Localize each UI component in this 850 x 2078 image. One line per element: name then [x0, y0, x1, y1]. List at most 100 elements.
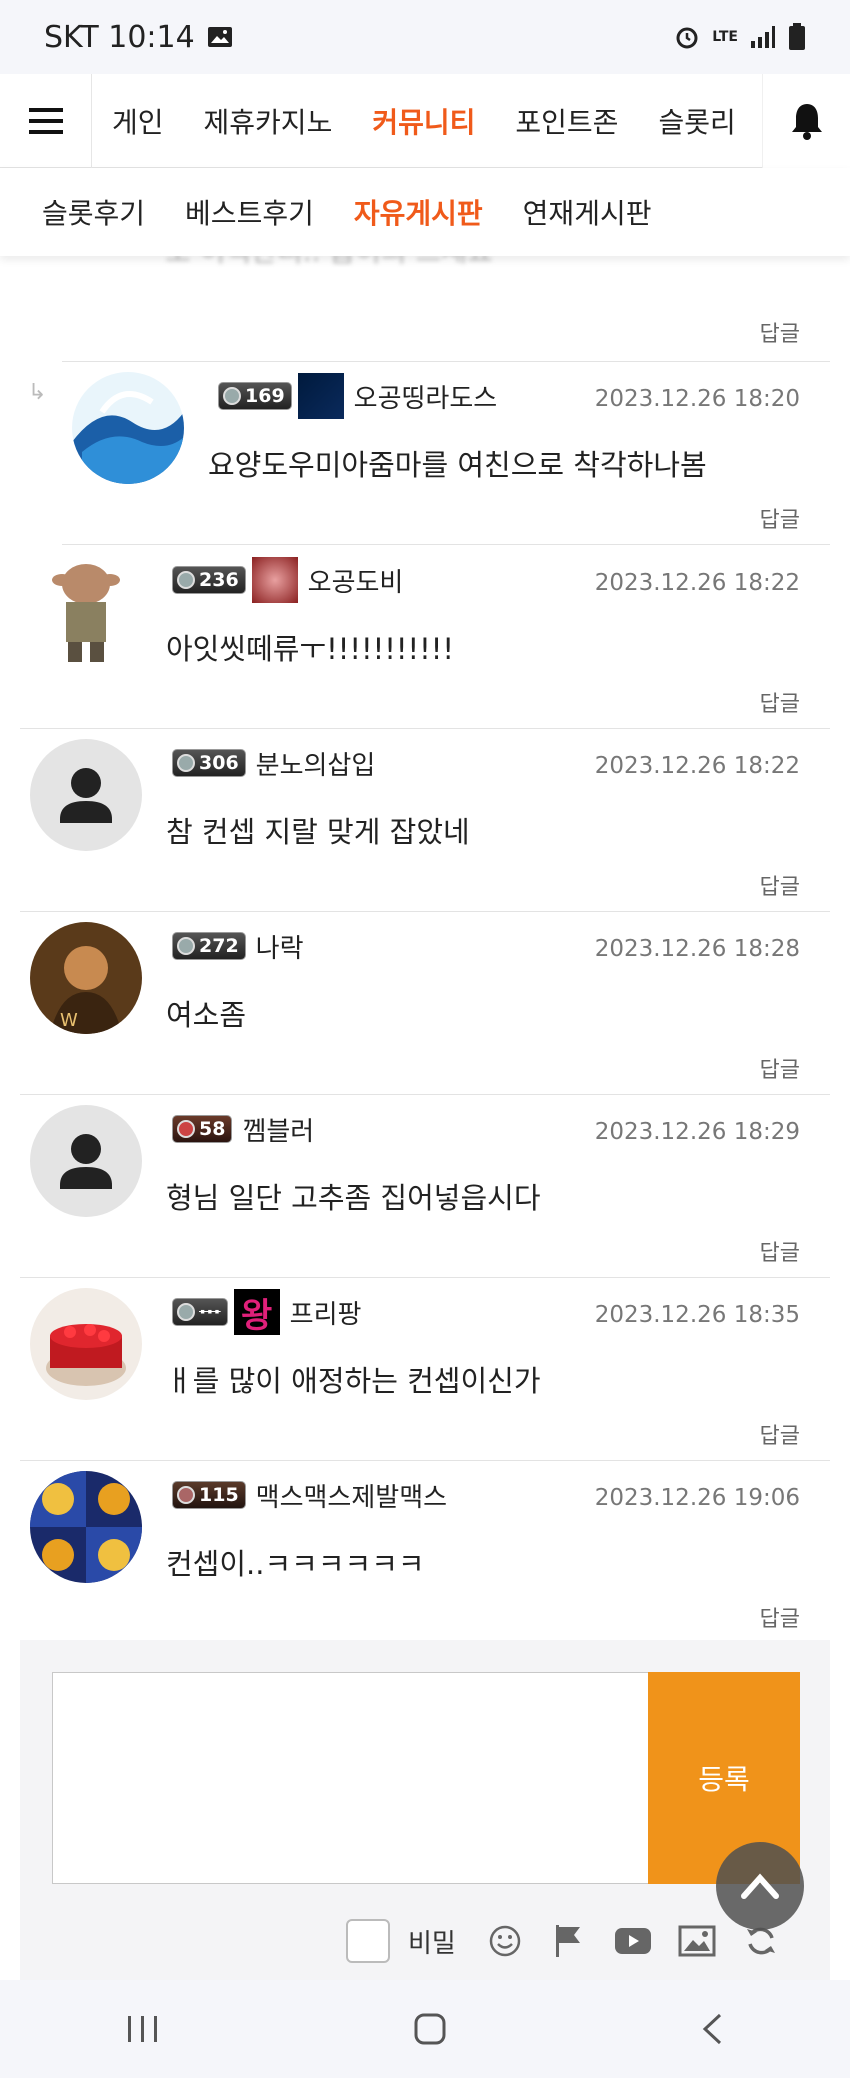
status-time: SKT 10:14 [44, 20, 233, 55]
default-user-icon [60, 768, 112, 823]
comment-author[interactable]: 분노의삽입 [256, 745, 376, 782]
status-icons: LTE [674, 23, 806, 51]
comment-text: 형님 일단 고추좀 집어넣읍시다 [166, 1181, 541, 1215]
reply-link[interactable]: 답글 [760, 502, 800, 534]
status-bar: SKT 10:14 LTE [0, 0, 850, 74]
flag-icon [555, 1925, 580, 1957]
faded-previous-text: 포 이력관리.. 몹이의 드세요 [165, 256, 493, 270]
comment-date: 2023.12.26 18:22 [594, 753, 800, 779]
level-gem-icon [177, 1120, 195, 1138]
system-nav-bar [0, 1980, 850, 2078]
comment-date: 2023.12.26 18:22 [594, 570, 800, 596]
avatar[interactable] [30, 1471, 142, 1583]
user-badge-image [297, 373, 344, 419]
comment-meta: 236 오공도비 [172, 557, 404, 603]
avatar[interactable] [30, 1288, 142, 1400]
battery-icon [789, 23, 805, 50]
level-gem-icon [177, 1486, 195, 1504]
tab-best-reviews[interactable]: 베스트후기 [165, 192, 334, 232]
level-gem-icon [177, 1303, 195, 1321]
comment-date: 2023.12.26 18:20 [594, 386, 800, 412]
comment-meta: ··· 왕 프리팡 [172, 1289, 362, 1336]
avatar[interactable] [30, 1105, 142, 1217]
reply-link[interactable]: 답글 [760, 1235, 800, 1267]
hamburger-menu-button[interactable] [0, 73, 92, 168]
comment-date: 2023.12.26 19:06 [594, 1485, 800, 1511]
tab-slot-reviews[interactable]: 슬롯후기 [22, 192, 165, 232]
comment-author[interactable]: 껨블러 [242, 1111, 314, 1148]
tab-free-board[interactable]: 자유게시판 [334, 192, 503, 232]
level-gem-icon [177, 571, 195, 589]
reply-link[interactable]: 답글 [760, 316, 800, 348]
reply-link[interactable]: 답글 [760, 1052, 800, 1084]
nav-item-community[interactable]: 커뮤니티 [352, 101, 495, 141]
scroll-top-button[interactable] [716, 1842, 804, 1930]
nav-item-game[interactable]: 게인 [92, 101, 184, 141]
comment-author[interactable]: 오공도비 [308, 562, 404, 599]
avatar[interactable]: W [30, 922, 142, 1034]
comment-meta: 306 분노의삽입 [172, 743, 375, 783]
level-gem-icon [177, 754, 195, 772]
level-gem-icon [223, 387, 241, 405]
nav-item-points[interactable]: 포인트존 [495, 101, 638, 141]
chevron-up-icon [741, 1873, 779, 1899]
reply-link[interactable]: 답글 [760, 1418, 800, 1450]
avatar[interactable] [30, 739, 142, 851]
comment-date: 2023.12.26 18:28 [594, 936, 800, 962]
reply-arrow-icon: ↳ [28, 380, 47, 405]
level-badge: ··· [172, 1298, 228, 1326]
top-nav: 게인 제휴카지노 커뮤니티 포인트존 슬롯리 [0, 73, 850, 168]
recent-apps-icon[interactable] [126, 2014, 160, 2044]
network-label: LTE [712, 29, 738, 45]
comment-text: 요양도우미아줌마를 여친으로 착각하나봄 [208, 448, 707, 482]
comment-author[interactable]: 맥스맥스제발맥스 [256, 1477, 447, 1514]
nav-item-casino[interactable]: 제휴카지노 [184, 101, 353, 141]
level-badge: 306 [172, 749, 246, 777]
level-badge: 272 [172, 932, 246, 960]
comment-date: 2023.12.26 18:35 [594, 1302, 800, 1328]
video-button[interactable] [610, 1918, 656, 1964]
default-user-icon [60, 1134, 112, 1189]
secret-checkbox[interactable] [346, 1919, 390, 1963]
notification-button[interactable] [762, 74, 850, 168]
composer-tools: 비밀 [346, 1918, 784, 1964]
secret-label: 비밀 [408, 1928, 456, 1959]
comment-item: 306 분노의삽입 2023.12.26 18:22 참 컨셉 지랄 맞게 잡았… [20, 729, 830, 912]
user-badge-image: 왕 [233, 1289, 280, 1336]
avatar[interactable] [72, 372, 184, 484]
flag-button[interactable] [546, 1918, 592, 1964]
comment-author[interactable]: 오공띵라도스 [354, 378, 498, 415]
gallery-icon [207, 27, 232, 47]
comment-author[interactable]: 프리팡 [290, 1294, 362, 1331]
reply-link[interactable]: 답글 [760, 686, 800, 718]
nav-item-slots[interactable]: 슬롯리 [638, 101, 755, 141]
comment-input[interactable] [52, 1672, 652, 1884]
image-icon [678, 1925, 716, 1957]
back-icon[interactable] [700, 2012, 724, 2046]
comment-author[interactable]: 나락 [256, 928, 304, 965]
user-badge-image [251, 557, 298, 603]
image-button[interactable] [674, 1918, 720, 1964]
comment-text: 아잇씻떼류ㅜ!!!!!!!!!!! [166, 632, 454, 666]
level-gem-icon [177, 937, 195, 955]
reply-link[interactable]: 답글 [760, 1601, 800, 1633]
comment-item: 115 맥스맥스제발맥스 2023.12.26 19:06 컨셉이..ㅋㅋㅋㅋㅋ… [20, 1461, 830, 1644]
level-badge: 115 [172, 1481, 246, 1509]
comment-item: ··· 왕 프리팡 2023.12.26 18:35 ㅐ를 많이 애정하는 컨셉… [20, 1278, 830, 1461]
emoji-button[interactable] [482, 1918, 528, 1964]
comment-meta: 58 껨블러 [172, 1109, 314, 1149]
nav-links: 게인 제휴카지노 커뮤니티 포인트존 슬롯리 [92, 74, 772, 168]
comment-item: W 272 나락 2023.12.26 18:28 여소좀 답글 [20, 912, 830, 1095]
svg-text:W: W [60, 1010, 78, 1031]
tab-serial-board[interactable]: 연재게시판 [503, 192, 672, 232]
hamburger-icon [28, 107, 63, 134]
comment-text: ㅐ를 많이 애정하는 컨셉이신가 [166, 1364, 541, 1398]
avatar[interactable] [30, 556, 142, 668]
comment-text: 컨셉이..ㅋㅋㅋㅋㅋㅋ [166, 1547, 425, 1581]
reply-link[interactable]: 답글 [760, 869, 800, 901]
comment-item: 58 껨블러 2023.12.26 18:29 형님 일단 고추좀 집어넣읍시다… [20, 1095, 830, 1278]
app-root: SKT 10:14 LTE 게인 제휴카지노 커뮤니티 포인트존 슬롯리 슬롯후… [0, 0, 850, 2078]
home-icon[interactable] [413, 2012, 447, 2046]
comment-meta: 272 나락 [172, 926, 304, 966]
youtube-icon [614, 1928, 651, 1954]
